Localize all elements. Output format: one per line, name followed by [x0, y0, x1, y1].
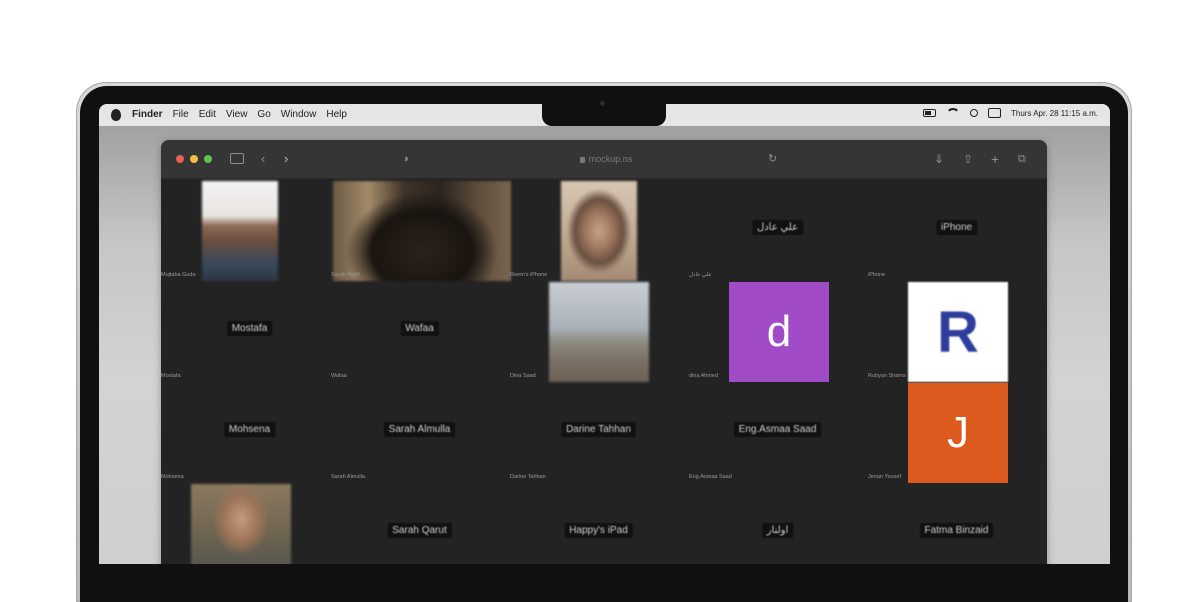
close-window-button[interactable] — [176, 155, 184, 163]
menu-clock[interactable]: Thurs Apr. 28 11:15 a.m. — [1011, 109, 1098, 118]
logo-letter: R — [937, 299, 979, 365]
browser-window: ‹ › ◑ mockup.ns ↻ ⇓ ⇧ + ⧉ Mujtaba Guda S… — [161, 140, 1047, 564]
apple-menu-icon[interactable] — [111, 109, 121, 121]
participant-tile[interactable]: اولنار — [689, 482, 866, 564]
participant-logo-avatar: R — [908, 282, 1008, 382]
sidebar-toggle-icon[interactable] — [230, 153, 244, 164]
participant-caption: Sarah Almulla — [331, 474, 365, 480]
participant-name: Sarah Qarut — [387, 523, 452, 538]
participant-tile[interactable]: J Jenan Yousef — [868, 381, 1045, 483]
participant-caption: علي عادل — [689, 272, 712, 278]
participant-tile[interactable]: Wafaa Wafaa — [331, 280, 508, 381]
participant-caption: Mohsena — [161, 474, 184, 480]
participant-caption: Dina Saad — [510, 373, 536, 379]
control-center-icon[interactable] — [987, 108, 1001, 118]
lock-icon — [579, 156, 585, 163]
url-text: mockup.ns — [588, 154, 633, 164]
participant-video — [202, 181, 278, 281]
maximize-window-button[interactable] — [204, 155, 212, 163]
avatar-letter: d — [766, 307, 792, 356]
participant-tile[interactable]: Fatma Binzaid — [868, 482, 1045, 564]
participant-name: Mostafa — [226, 321, 273, 336]
participant-tile[interactable]: d dina Ahmed — [689, 280, 866, 382]
participant-caption: Jenan Yousef — [868, 474, 902, 480]
new-tab-icon[interactable]: + — [991, 151, 999, 167]
menu-view[interactable]: View — [226, 109, 248, 120]
wifi-icon[interactable] — [945, 108, 960, 118]
camera-notch — [542, 101, 666, 126]
participant-caption: Wafaa — [331, 373, 347, 379]
video-grid: Mujtaba Guda Sarah Nabil Reem's iPhone ع… — [161, 179, 1047, 564]
address-bar[interactable]: mockup.ns — [566, 151, 646, 167]
avatar-letter: J — [947, 408, 969, 457]
participant-caption: iPhone — [868, 272, 886, 278]
participant-name: Sarah Almulla — [383, 422, 456, 437]
participant-tile[interactable]: Mujtaba Guda — [161, 179, 338, 281]
participant-caption: dina Ahmed — [689, 373, 719, 379]
downloads-icon[interactable]: ⇓ — [934, 151, 944, 167]
menu-edit[interactable]: Edit — [199, 109, 216, 120]
search-icon[interactable] — [969, 109, 978, 117]
participant-caption: Sarah Nabil — [331, 272, 360, 278]
participant-tile[interactable]: Sarah Almulla Sarah Almulla — [331, 381, 508, 482]
menu-file[interactable]: File — [173, 109, 189, 120]
menu-help[interactable]: Help — [326, 109, 347, 120]
participant-name: علي عادل — [751, 220, 804, 235]
menu-app-finder[interactable]: Finder — [132, 109, 163, 120]
participant-tile[interactable]: Sarah Qarut — [331, 482, 508, 564]
participant-tile[interactable]: علي عادل علي عادل — [689, 179, 866, 280]
participant-tile[interactable]: R Rubyan Shams — [868, 280, 1045, 382]
participant-caption: Reem's iPhone — [510, 272, 548, 278]
participant-video — [333, 181, 511, 281]
participant-caption: Darine Tahhan — [510, 474, 546, 480]
participant-tile[interactable]: Reem's iPhone — [510, 179, 687, 281]
participant-name: اولنار — [761, 523, 794, 538]
participant-name: Fatma Binzaid — [919, 523, 994, 538]
participant-video — [191, 484, 291, 564]
privacy-shield-icon[interactable]: ◑ — [402, 151, 409, 167]
participant-name: iPhone — [935, 220, 978, 235]
participant-video — [561, 181, 637, 281]
participant-tile[interactable]: Sarah Nabil — [331, 179, 511, 281]
menu-go[interactable]: Go — [257, 109, 270, 120]
participant-avatar: J — [908, 383, 1008, 483]
participant-avatar: d — [729, 282, 829, 382]
participant-tile[interactable] — [161, 482, 338, 564]
participant-tile[interactable]: Happy's iPad — [510, 482, 687, 564]
participant-caption: Eng.Asmaa Saad — [689, 474, 732, 480]
participant-tile[interactable]: iPhone iPhone — [868, 179, 1045, 280]
participant-tile[interactable]: Mostafa Mostafa — [161, 280, 338, 381]
tab-overview-icon[interactable]: ⧉ — [1018, 151, 1026, 167]
participant-tile[interactable]: Darine Tahhan Darine Tahhan — [510, 381, 687, 482]
menu-window[interactable]: Window — [281, 109, 317, 120]
participant-tile[interactable]: Mohsena Mohsena — [161, 381, 338, 482]
battery-icon[interactable] — [922, 109, 936, 117]
participant-name: Wafaa — [400, 321, 439, 336]
participant-name: Mohsena — [223, 422, 276, 437]
participant-caption: Mostafa — [161, 373, 181, 379]
browser-toolbar: ‹ › ◑ mockup.ns ↻ ⇓ ⇧ + ⧉ — [161, 140, 1047, 179]
forward-icon[interactable]: › — [284, 151, 288, 167]
participant-video — [549, 282, 649, 382]
participant-name: Eng.Asmaa Saad — [733, 422, 822, 437]
laptop-screen: Finder File Edit View Go Window Help Thu… — [99, 104, 1110, 564]
reload-icon[interactable]: ↻ — [768, 151, 777, 167]
participant-caption: Mujtaba Guda — [161, 272, 196, 278]
participant-caption: Rubyan Shams — [868, 373, 906, 379]
participant-tile[interactable]: Dina Saad — [510, 280, 687, 382]
share-icon[interactable]: ⇧ — [963, 151, 973, 167]
back-icon[interactable]: ‹ — [261, 151, 265, 167]
webcam-icon — [600, 101, 605, 106]
participant-tile[interactable]: Eng.Asmaa Saad Eng.Asmaa Saad — [689, 381, 866, 482]
participant-name: Darine Tahhan — [561, 422, 636, 437]
minimize-window-button[interactable] — [190, 155, 198, 163]
participant-name: Happy's iPad — [564, 523, 633, 538]
